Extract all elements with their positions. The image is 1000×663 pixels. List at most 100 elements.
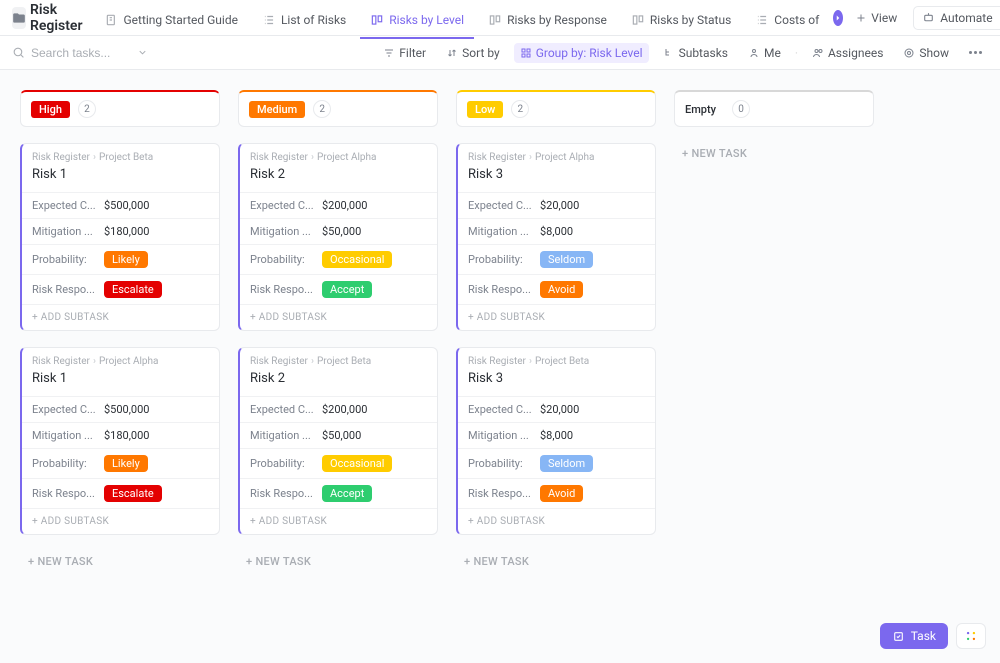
card-field: Expected C...$500,000 (22, 192, 219, 218)
add-view-label: View (871, 11, 897, 25)
board-column: Empty0 + NEW TASK (674, 90, 874, 166)
tab-label: Risks by Status (650, 13, 731, 27)
field-label: Probability: (250, 253, 322, 266)
task-card[interactable]: Risk Register›Project Alpha Risk 1 Expecte… (20, 347, 220, 535)
column-header[interactable]: High2 (20, 90, 220, 127)
task-card[interactable]: Risk Register›Project AlphaRisk 3Expecte… (456, 143, 656, 331)
field-label: Probability: (468, 457, 540, 470)
task-card[interactable]: Risk Register›Project Beta Risk 2 Expected… (238, 347, 438, 535)
apps-fab[interactable] (956, 623, 986, 649)
field-label: Expected C... (32, 403, 104, 416)
chevron-down-icon[interactable] (137, 47, 148, 58)
field-label: Probability: (468, 253, 540, 266)
kanban-board: High2Risk Register›Project BetaRisk 1Exp… (0, 70, 1000, 663)
group-by-button[interactable]: Group by: Risk Level (514, 43, 649, 63)
toolbar: Filter Sort by Group by: Risk Level Subt… (0, 36, 1000, 70)
card-field: Expected C...$200,000 (240, 192, 437, 218)
card-field: Probability:Seldom (458, 244, 655, 274)
folder-icon (12, 7, 26, 29)
field-value: $180,000 (104, 429, 149, 442)
breadcrumb: Risk Register›Project Alpha (250, 152, 427, 163)
field-label: Expected C... (468, 199, 540, 212)
subtasks-button[interactable]: Subtasks (657, 43, 734, 63)
tab-label: Risks by Level (389, 13, 464, 27)
column-header[interactable]: Empty0 (674, 90, 874, 127)
tab-getting-started[interactable]: Getting Started Guide (95, 3, 248, 39)
field-label: Risk Respo... (32, 487, 104, 500)
tab-label: Getting Started Guide (124, 13, 238, 27)
field-label: Mitigation ... (468, 225, 540, 238)
more-options-button[interactable] (963, 48, 988, 57)
card-title: Risk 2 (250, 371, 427, 386)
tab-risks-by-status[interactable]: Risks by Status (621, 3, 741, 39)
card-field: Risk Respo...Avoid (458, 274, 655, 304)
new-task-button[interactable]: + NEW TASK (674, 141, 874, 166)
field-value: $200,000 (322, 403, 367, 416)
card-field: Expected C...$20,000 (458, 192, 655, 218)
me-button[interactable]: Me (742, 43, 787, 63)
automate-button[interactable]: Automate (913, 6, 1000, 30)
field-label: Expected C... (250, 403, 322, 416)
assignees-button[interactable]: Assignees (806, 43, 889, 63)
add-subtask-button[interactable]: + ADD SUBTASK (458, 304, 655, 330)
more-tabs-icon[interactable] (833, 10, 843, 26)
task-card[interactable]: Risk Register›Project BetaRisk 3Expected… (456, 347, 656, 535)
card-title: Risk 1 (32, 371, 209, 386)
field-label: Probability: (250, 457, 322, 470)
task-card[interactable]: Risk Register›Project BetaRisk 1Expected… (20, 143, 220, 331)
new-task-button[interactable]: + NEW TASK (20, 549, 220, 574)
card-title: Risk 3 (468, 167, 645, 182)
field-label: Mitigation ... (32, 225, 104, 238)
sort-button[interactable]: Sort by (440, 43, 506, 63)
add-subtask-button[interactable]: + ADD SUBTASK (458, 508, 655, 534)
column-label: Empty (685, 101, 724, 118)
column-header[interactable]: Low2 (456, 90, 656, 127)
card-title: Risk 3 (468, 371, 645, 386)
filter-button[interactable]: Filter (377, 43, 432, 63)
field-value: $20,000 (540, 403, 579, 416)
add-subtask-button[interactable]: + ADD SUBTASK (240, 508, 437, 534)
field-value: $50,000 (322, 429, 361, 442)
breadcrumb: Risk Register›Project Alpha (32, 356, 209, 367)
new-task-fab[interactable]: Task (880, 623, 948, 649)
field-label: Risk Respo... (250, 487, 322, 500)
task-card[interactable]: Risk Register›Project AlphaRisk 2Expecte… (238, 143, 438, 331)
automate-label: Automate (940, 11, 992, 25)
tab-risks-by-level[interactable]: Risks by Level (360, 3, 474, 39)
field-label: Risk Respo... (468, 487, 540, 500)
board-column: Low2 Risk Register›Project AlphaRisk 3Exp… (456, 90, 656, 574)
card-field: Expected C...$20,000 (458, 396, 655, 422)
tab-costs-partial[interactable]: Costs of (745, 3, 829, 39)
card-title: Risk 1 (32, 167, 209, 182)
search-input[interactable] (31, 46, 131, 60)
add-view-button[interactable]: View (847, 7, 905, 29)
add-subtask-button[interactable]: + ADD SUBTASK (22, 304, 219, 330)
show-button[interactable]: Show (897, 43, 955, 63)
field-tag: Likely (104, 251, 148, 268)
add-subtask-button[interactable]: + ADD SUBTASK (22, 508, 219, 534)
field-label: Probability: (32, 457, 104, 470)
new-task-button[interactable]: + NEW TASK (456, 549, 656, 574)
field-label: Risk Respo... (468, 283, 540, 296)
search-box[interactable] (12, 46, 172, 60)
add-subtask-button[interactable]: + ADD SUBTASK (240, 304, 437, 330)
field-value: $500,000 (104, 403, 149, 416)
tab-risks-by-response[interactable]: Risks by Response (478, 3, 617, 39)
breadcrumb: Risk Register›Project Beta (250, 356, 427, 367)
column-header[interactable]: Medium 2 (238, 90, 438, 127)
card-field: Probability:Occasional (240, 448, 437, 478)
field-value: $500,000 (104, 199, 149, 212)
new-task-button[interactable]: + NEW TASK (238, 549, 438, 574)
tab-list-of-risks[interactable]: List of Risks (252, 3, 356, 39)
column-count: 2 (313, 100, 331, 118)
topbar: Risk Register Getting Started Guide List… (0, 0, 1000, 36)
field-tag: Accept (322, 281, 372, 298)
field-value: $8,000 (540, 225, 573, 238)
column-label: Medium (249, 101, 305, 118)
field-tag: Seldom (540, 251, 593, 268)
field-label: Mitigation ... (250, 429, 322, 442)
field-tag: Accept (322, 485, 372, 502)
field-label: Expected C... (468, 403, 540, 416)
field-value: $20,000 (540, 199, 579, 212)
card-field: Mitigation ...$8,000 (458, 422, 655, 448)
